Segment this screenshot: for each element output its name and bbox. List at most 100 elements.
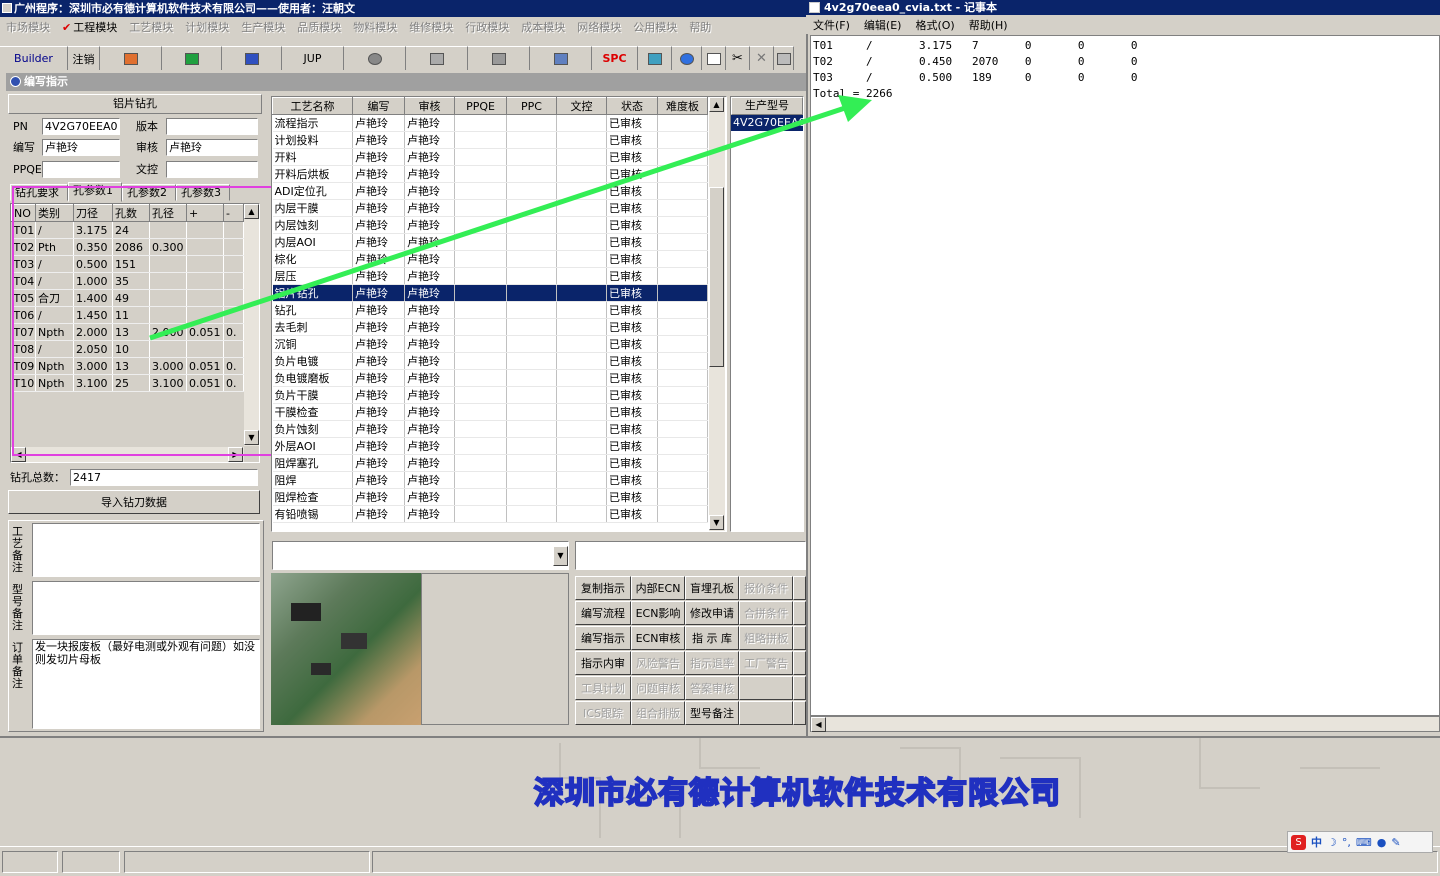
action-button[interactable]: 指示退率 xyxy=(685,651,739,675)
table-row[interactable]: 阻焊塞孔 卢艳玲 卢艳玲 已审核 xyxy=(272,454,708,472)
menu-item-7[interactable]: 维修模块 xyxy=(403,19,459,35)
process-col-header[interactable]: PPC xyxy=(506,97,557,115)
notepad-text-area[interactable]: T01 / 3.175 7 0 0 0 T02 / 0.450 2070 0 0 … xyxy=(810,35,1440,716)
table-row[interactable]: 钻孔 卢艳玲 卢艳玲 已审核 xyxy=(272,301,708,319)
powerpoint-button[interactable] xyxy=(100,46,162,70)
author-field[interactable]: 卢艳玲 xyxy=(42,139,120,156)
menu-item-1[interactable]: ✔ 工程模块 xyxy=(56,19,123,35)
model-list-item[interactable]: 4V2G70EEA0 xyxy=(731,115,805,131)
spc-button[interactable]: SPC xyxy=(592,46,638,70)
table-row[interactable]: 负片蚀刻 卢艳玲 卢艳玲 已审核 xyxy=(272,420,708,438)
action-button[interactable]: 报价条件 xyxy=(739,576,793,600)
computer-button[interactable] xyxy=(530,46,592,70)
ime-lang[interactable]: 中 xyxy=(1311,834,1322,850)
close-button[interactable]: ✕ xyxy=(750,46,774,70)
table-row[interactable]: 干膜检查 卢艳玲 卢艳玲 已审核 xyxy=(272,403,708,421)
process-combo[interactable] xyxy=(272,541,569,570)
action-button[interactable]: 问题审核 xyxy=(631,676,685,700)
word-button[interactable] xyxy=(222,46,282,70)
menu-item-8[interactable]: 行政模块 xyxy=(459,19,515,35)
notepad-menu-item[interactable]: 帮助(H) xyxy=(962,17,1015,33)
scroll-down-icon[interactable]: ▼ xyxy=(709,515,724,530)
table-row[interactable]: 内层AOI 卢艳玲 卢艳玲 已审核 xyxy=(272,233,708,251)
table-row[interactable]: 负电镀磨板 卢艳玲 卢艳玲 已审核 xyxy=(272,369,708,387)
action-button-overflow[interactable] xyxy=(793,601,806,625)
action-button[interactable]: 指 示 库 xyxy=(685,626,739,650)
action-button[interactable]: 复制指示 xyxy=(575,576,631,600)
scroll-up-icon[interactable]: ▲ xyxy=(709,97,724,112)
menu-item-4[interactable]: 生产模块 xyxy=(235,19,291,35)
menu-item-2[interactable]: 工艺模块 xyxy=(123,19,179,35)
table-row[interactable]: 去毛刺 卢艳玲 卢艳玲 已审核 xyxy=(272,318,708,336)
table-row[interactable]: 开料 卢艳玲 卢艳玲 已审核 xyxy=(272,148,708,166)
table-row[interactable]: 内层干膜 卢艳玲 卢艳玲 已审核 xyxy=(272,199,708,217)
process-table-vscroll[interactable]: ▲ ▼ xyxy=(709,97,725,531)
menu-item-12[interactable]: 帮助 xyxy=(683,19,717,35)
action-button-overflow[interactable] xyxy=(793,626,806,650)
network-button[interactable] xyxy=(468,46,530,70)
ime-bar[interactable]: S 中 ☽ °, ⌨ ● ✎ xyxy=(1287,831,1433,853)
process-col-header[interactable]: 编写 xyxy=(352,97,405,115)
table-row[interactable]: 负片干膜 卢艳玲 卢艳玲 已审核 xyxy=(272,386,708,404)
table-row[interactable]: 阻焊检查 卢艳玲 卢艳玲 已审核 xyxy=(272,488,708,506)
action-button-overflow[interactable] xyxy=(793,701,806,725)
menu-item-10[interactable]: 网络模块 xyxy=(571,19,627,35)
action-button[interactable]: 型号备注 xyxy=(685,701,739,725)
wrench-icon[interactable]: ✎ xyxy=(1391,836,1400,849)
drill-total-field[interactable]: 2417 xyxy=(70,469,258,486)
menu-item-3[interactable]: 计划模块 xyxy=(179,19,235,35)
action-button[interactable]: 工具计划 xyxy=(575,676,631,700)
database-button[interactable] xyxy=(406,46,468,70)
menu-item-5[interactable]: 品质模块 xyxy=(291,19,347,35)
menu-item-11[interactable]: 公用模块 xyxy=(627,19,683,35)
control-field[interactable] xyxy=(166,161,258,178)
keyboard-icon[interactable]: ⌨ xyxy=(1356,836,1372,849)
pn-field[interactable]: 4V2G70EEA0 xyxy=(42,118,120,135)
action-button[interactable]: 修改申请 xyxy=(685,601,739,625)
jup-button[interactable]: JUP xyxy=(282,46,344,70)
import-drill-button[interactable]: 导入钻刀数据 xyxy=(8,490,260,514)
table-row[interactable]: 计划投料 卢艳玲 卢艳玲 已审核 xyxy=(272,131,708,149)
scroll-thumb[interactable] xyxy=(709,187,724,367)
user-icon[interactable]: ● xyxy=(1377,836,1387,849)
view-button[interactable] xyxy=(344,46,406,70)
action-button[interactable]: 风险警告 xyxy=(631,651,685,675)
cut-button[interactable]: ✂ xyxy=(726,46,750,70)
process-col-header[interactable]: 状态 xyxy=(606,97,658,115)
model-notes-field[interactable] xyxy=(32,581,260,635)
action-button[interactable]: 指示内审 xyxy=(575,651,631,675)
table-row[interactable]: 棕化 卢艳玲 卢艳玲 已审核 xyxy=(272,250,708,268)
process-notes-field[interactable] xyxy=(32,523,260,577)
punct-icon[interactable]: °, xyxy=(1342,836,1351,849)
action-button[interactable]: 合拼条件 xyxy=(739,601,793,625)
review-field[interactable]: 卢艳玲 xyxy=(166,139,258,156)
model-combo[interactable] xyxy=(575,541,806,570)
action-button[interactable]: 工厂警告 xyxy=(739,651,793,675)
action-button[interactable]: 内部ECN xyxy=(631,576,685,600)
refresh-button[interactable] xyxy=(638,46,672,70)
action-button-overflow[interactable] xyxy=(793,651,806,675)
table-row[interactable]: 铝片钻孔 卢艳玲 卢艳玲 已审核 xyxy=(272,284,708,302)
action-button[interactable]: 粗略拼板 xyxy=(739,626,793,650)
menu-item-0[interactable]: 市场模块 xyxy=(0,19,56,35)
action-button-overflow[interactable] xyxy=(793,576,806,600)
table-row[interactable]: 内层蚀刻 卢艳玲 卢艳玲 已审核 xyxy=(272,216,708,234)
process-col-header[interactable]: 审核 xyxy=(404,97,455,115)
action-button[interactable]: 盲埋孔板 xyxy=(685,576,739,600)
action-button[interactable]: 答案审核 xyxy=(685,676,739,700)
notepad-hscroll[interactable]: ◀ xyxy=(810,716,1440,732)
table-row[interactable]: 负片电镀 卢艳玲 卢艳玲 已审核 xyxy=(272,352,708,370)
notepad-menu-item[interactable]: 文件(F) xyxy=(806,17,857,33)
process-col-header[interactable]: 文控 xyxy=(556,97,607,115)
notepad-menu-item[interactable]: 格式(O) xyxy=(908,17,961,33)
action-button[interactable]: ECN审核 xyxy=(631,626,685,650)
builder-button[interactable]: Builder xyxy=(0,46,68,70)
table-row[interactable]: 有铅喷锡 卢艳玲 卢艳玲 已审核 xyxy=(272,505,708,523)
internet-button[interactable] xyxy=(672,46,702,70)
save-button[interactable] xyxy=(774,46,794,70)
table-row[interactable]: 沉铜 卢艳玲 卢艳玲 已审核 xyxy=(272,335,708,353)
table-row[interactable]: 外层AOI 卢艳玲 卢艳玲 已审核 xyxy=(272,437,708,455)
table-row[interactable]: 层压 卢艳玲 卢艳玲 已审核 xyxy=(272,267,708,285)
ppqe-field[interactable] xyxy=(42,161,120,178)
process-col-header[interactable]: 难度板 xyxy=(657,97,708,115)
